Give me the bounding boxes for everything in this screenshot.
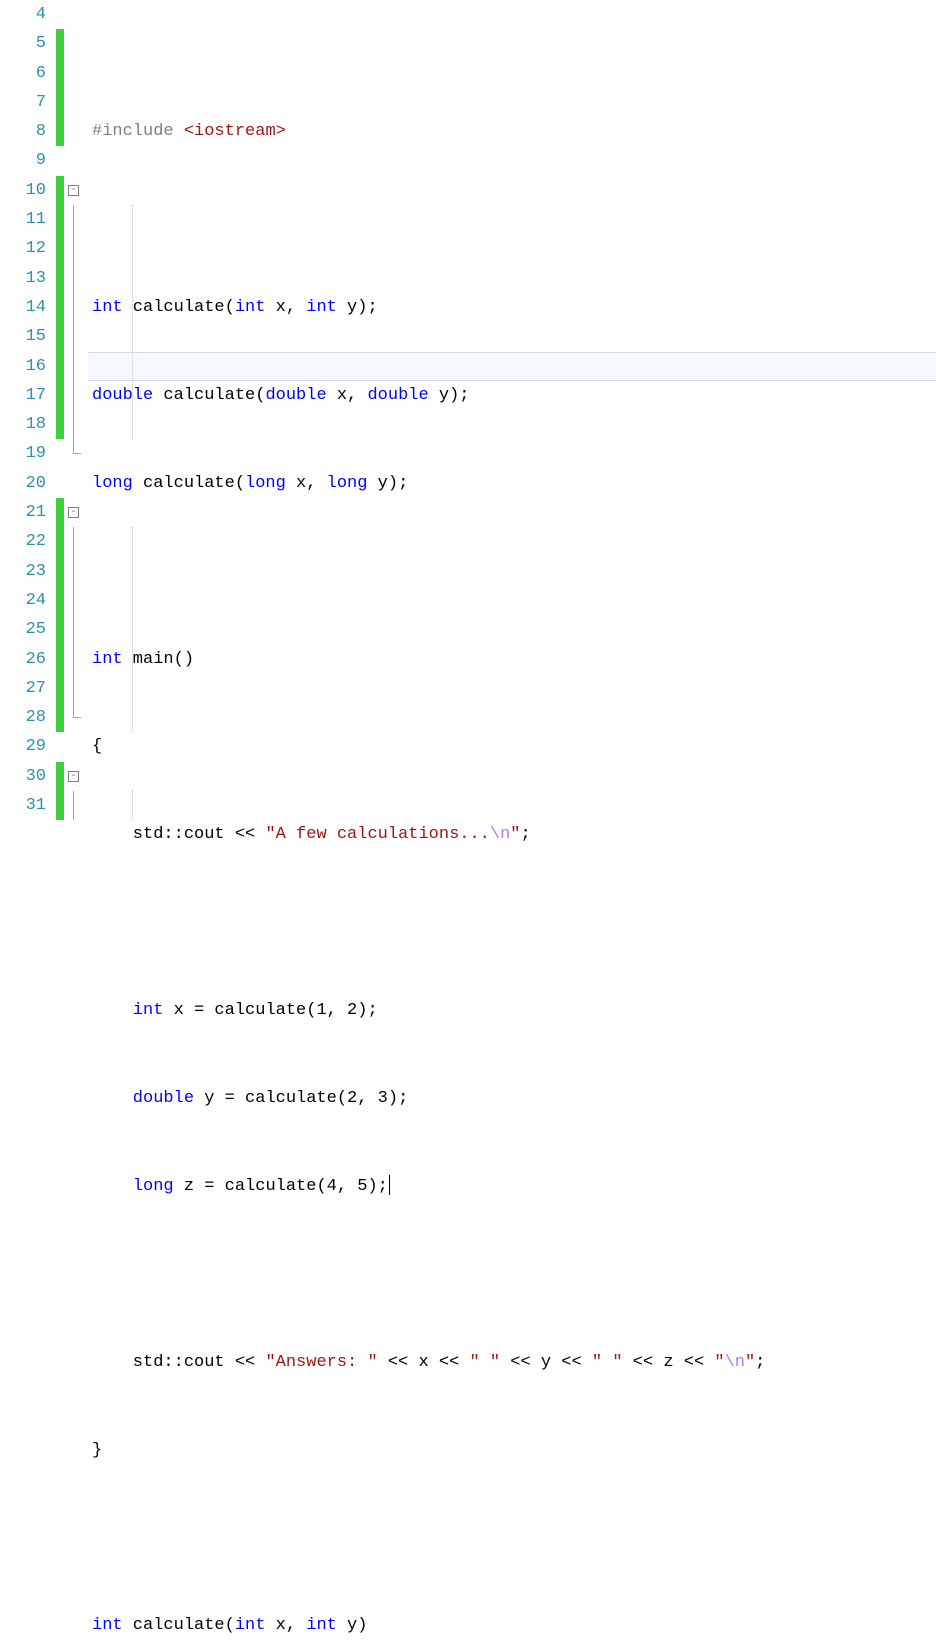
line-number: 6 (0, 59, 46, 88)
line-number: 17 (0, 381, 46, 410)
code-line[interactable] (88, 1260, 936, 1289)
code-line[interactable]: int calculate(int x, int y); (88, 293, 936, 322)
line-number: 31 (0, 791, 46, 820)
line-number: 10 (0, 176, 46, 205)
line-number: 23 (0, 557, 46, 586)
line-number: 29 (0, 732, 46, 761)
line-number: 15 (0, 322, 46, 351)
change-marker (56, 234, 64, 263)
change-marker (56, 176, 64, 205)
code-editor[interactable]: 4 5 6 7 8 9 10 11 12 13 14 15 16 17 18 1… (0, 0, 936, 1644)
change-marker (56, 352, 64, 381)
line-number: 28 (0, 703, 46, 732)
line-number: 20 (0, 469, 46, 498)
line-number: 4 (0, 0, 46, 29)
code-line[interactable]: long z = calculate(4, 5); (88, 1172, 936, 1201)
change-marker (56, 615, 64, 644)
change-marker (56, 557, 64, 586)
line-number: 13 (0, 264, 46, 293)
change-marker (56, 381, 64, 410)
code-line[interactable] (88, 1523, 936, 1552)
change-marker (56, 205, 64, 234)
line-number: 26 (0, 645, 46, 674)
code-line[interactable]: int main() (88, 645, 936, 674)
change-marker (56, 645, 64, 674)
code-line[interactable]: } (88, 1436, 936, 1465)
line-number: 9 (0, 146, 46, 175)
fold-toggle-icon[interactable]: - (68, 185, 79, 196)
change-marker (56, 293, 64, 322)
line-number: 8 (0, 117, 46, 146)
current-line-highlight (88, 352, 936, 381)
code-line[interactable]: #include <iostream> (88, 117, 936, 146)
line-number: 25 (0, 615, 46, 644)
line-number: 30 (0, 762, 46, 791)
code-line[interactable]: std::cout << "Answers: " << x << " " << … (88, 1348, 936, 1377)
change-indicator-bar (56, 0, 64, 1644)
text-caret-icon (389, 1175, 390, 1195)
line-number: 7 (0, 88, 46, 117)
line-number: 12 (0, 234, 46, 263)
change-marker (56, 762, 64, 791)
line-number: 14 (0, 293, 46, 322)
fold-toggle-icon[interactable]: - (68, 771, 79, 782)
code-line[interactable]: { (88, 732, 936, 761)
change-marker (56, 586, 64, 615)
code-area[interactable]: #include <iostream> int calculate(int x,… (88, 0, 936, 1644)
line-number: 24 (0, 586, 46, 615)
code-line[interactable]: double calculate(double x, double y); (88, 381, 936, 410)
code-line[interactable]: double y = calculate(2, 3); (88, 1084, 936, 1113)
code-line[interactable]: long calculate(long x, long y); (88, 469, 936, 498)
code-line[interactable] (88, 205, 936, 234)
code-line[interactable]: int x = calculate(1, 2); (88, 996, 936, 1025)
change-marker (56, 703, 64, 732)
change-marker (56, 674, 64, 703)
line-number: 27 (0, 674, 46, 703)
code-line[interactable] (88, 908, 936, 937)
change-marker (56, 498, 64, 527)
fold-gutter: - - - (64, 0, 88, 1644)
change-marker (56, 410, 64, 439)
fold-toggle-icon[interactable]: - (68, 507, 79, 518)
line-number-gutter: 4 5 6 7 8 9 10 11 12 13 14 15 16 17 18 1… (0, 0, 56, 1644)
line-number: 11 (0, 205, 46, 234)
change-marker (56, 59, 64, 88)
change-marker (56, 88, 64, 117)
change-marker (56, 117, 64, 146)
code-line[interactable] (88, 557, 936, 586)
line-number: 18 (0, 410, 46, 439)
line-number: 22 (0, 527, 46, 556)
change-marker (56, 322, 64, 351)
code-line[interactable]: int calculate(int x, int y) (88, 1611, 936, 1640)
change-marker (56, 264, 64, 293)
change-marker (56, 29, 64, 58)
line-number: 5 (0, 29, 46, 58)
line-number: 21 (0, 498, 46, 527)
line-number: 16 (0, 352, 46, 381)
line-number: 19 (0, 439, 46, 468)
change-marker (56, 527, 64, 556)
code-line[interactable]: std::cout << "A few calculations...\n"; (88, 820, 936, 849)
change-marker (56, 791, 64, 820)
